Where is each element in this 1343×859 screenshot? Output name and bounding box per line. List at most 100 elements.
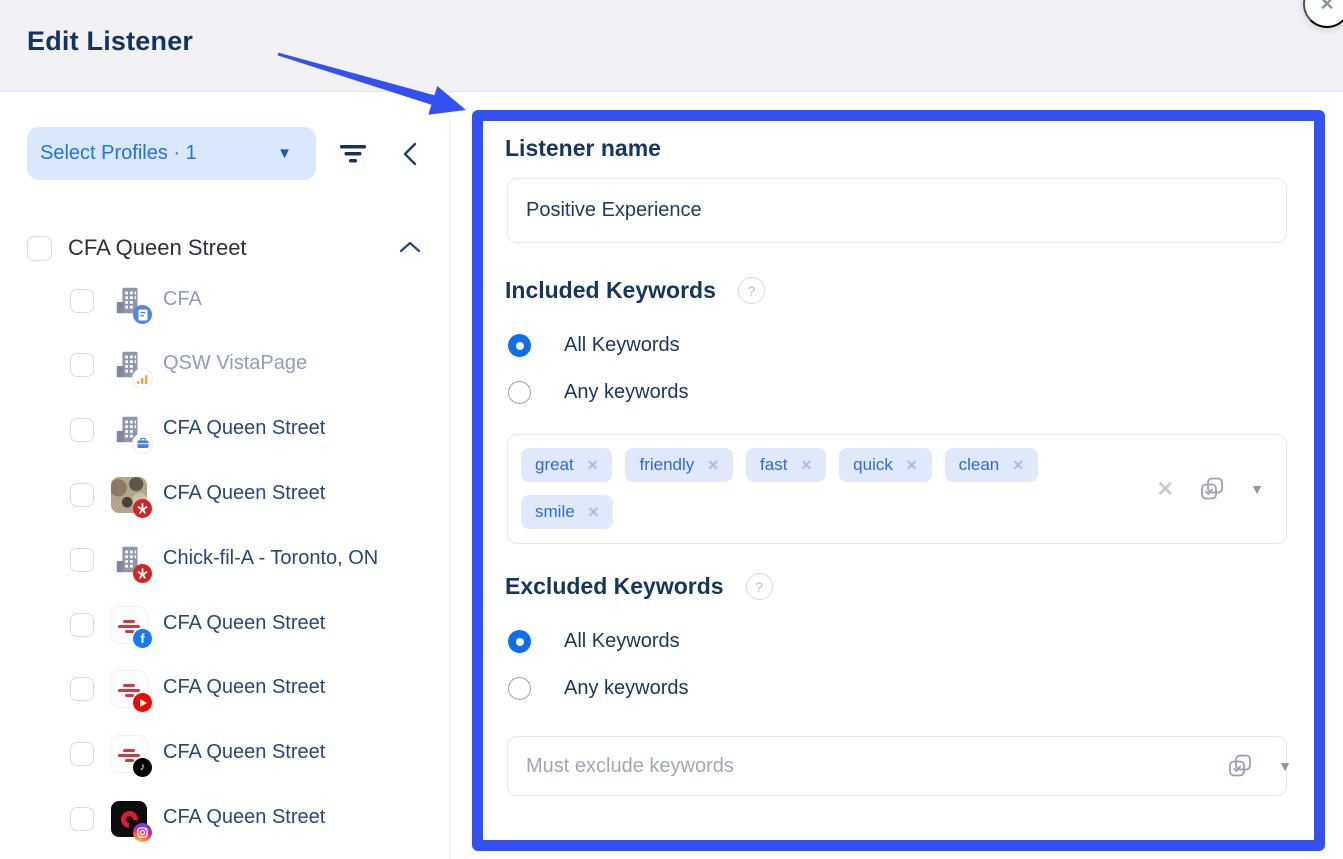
help-icon[interactable]: ? xyxy=(746,573,773,600)
keyword-chip: quick ✕ xyxy=(839,448,931,482)
filter-icon[interactable] xyxy=(336,138,370,170)
radio-selected-icon[interactable] xyxy=(508,334,531,357)
radio-unselected-icon[interactable] xyxy=(508,677,531,700)
remove-keyword-icon[interactable]: ✕ xyxy=(588,504,600,521)
profile-row[interactable]: f CFA Queen Street xyxy=(0,606,450,646)
annotation-arrow xyxy=(276,50,476,120)
brand-logo-avatar: f xyxy=(111,607,147,643)
help-icon[interactable]: ? xyxy=(738,277,765,304)
building-avatar xyxy=(111,412,147,448)
chip-label: quick xyxy=(853,455,893,475)
clear-all-icon[interactable]: ✕ xyxy=(1157,479,1175,500)
keyword-chip: friendly✕ xyxy=(625,448,733,482)
excluded-any-keywords-option[interactable]: Any keywords xyxy=(508,677,689,700)
radio-unselected-icon[interactable] xyxy=(508,381,531,404)
building-avatar xyxy=(111,542,147,578)
chip-label: great xyxy=(535,455,574,475)
yelp-icon xyxy=(133,499,152,518)
collapse-sidebar-icon[interactable] xyxy=(394,138,426,170)
profile-checkbox[interactable] xyxy=(70,418,94,442)
chip-label: smile xyxy=(535,502,575,522)
caret-glyph: ▼ xyxy=(1250,481,1264,497)
excluded-keywords-input[interactable] xyxy=(507,736,1287,796)
included-keywords-title: Included Keywords xyxy=(505,277,716,304)
included-all-keywords-option[interactable]: All Keywords xyxy=(508,334,680,357)
keyword-chip: smile ✕ xyxy=(521,495,613,529)
profiles-sidebar: Select Profiles · 1 ▼ CFA Queen Street xyxy=(0,92,450,859)
excluded-all-keywords-option[interactable]: All Keywords xyxy=(508,630,680,653)
google-business-icon xyxy=(133,434,152,453)
profile-row[interactable]: CFA Queen Street xyxy=(0,800,450,840)
profile-checkbox[interactable] xyxy=(70,353,94,377)
instagram-icon xyxy=(133,823,152,842)
excluded-keywords-header: Excluded Keywords ? xyxy=(505,573,773,600)
listener-name-input[interactable] xyxy=(507,178,1287,243)
building-avatar xyxy=(111,347,147,383)
close-glyph: ✕ xyxy=(1319,0,1334,15)
yelp-icon xyxy=(133,564,152,583)
survey-icon xyxy=(133,305,152,324)
profile-label: Chick-fil-A - Toronto, ON xyxy=(163,547,378,570)
chevron-down-icon[interactable]: ▼ xyxy=(1278,759,1292,773)
profile-row[interactable]: ♪ CFA Queen Street xyxy=(0,735,450,775)
chevron-up-icon[interactable] xyxy=(397,235,423,261)
select-profiles-dropdown[interactable]: Select Profiles · 1 ▼ xyxy=(27,127,316,180)
included-keywords-input[interactable]: great ✕ friendly✕ fast ✕ quick ✕ clean ✕ smi… xyxy=(507,434,1287,544)
chevron-down-icon: ▼ xyxy=(277,145,292,162)
tiktok-icon: ♪ xyxy=(133,758,152,777)
profile-row[interactable]: CFA Queen Street xyxy=(0,411,450,451)
remove-keyword-icon[interactable]: ✕ xyxy=(587,457,599,474)
profile-checkbox[interactable] xyxy=(70,742,94,766)
select-profiles-label: Select Profiles · 1 xyxy=(40,142,197,165)
question-glyph: ? xyxy=(747,283,755,299)
profile-checkbox[interactable] xyxy=(70,807,94,831)
page-title: Edit Listener xyxy=(27,26,193,57)
profile-row[interactable]: CFA Queen Street xyxy=(0,476,450,516)
profile-checkbox[interactable] xyxy=(70,289,94,313)
chevron-down-icon[interactable]: ▼ xyxy=(1250,482,1264,496)
profile-checkbox[interactable] xyxy=(70,613,94,637)
facebook-icon: f xyxy=(133,629,152,648)
radio-selected-icon[interactable] xyxy=(508,630,531,653)
caret-glyph: ▼ xyxy=(1278,758,1292,774)
remove-keyword-icon[interactable]: ✕ xyxy=(707,457,719,474)
profile-label: CFA Queen Street xyxy=(163,612,325,635)
radio-label: All Keywords xyxy=(564,630,680,653)
profile-row[interactable]: Chick-fil-A - Toronto, ON xyxy=(0,541,450,581)
chip-label: fast xyxy=(760,455,787,475)
profile-row[interactable]: CFA xyxy=(0,282,450,322)
listener-form-panel: Listener name Included Keywords ? All Ke… xyxy=(472,110,1325,851)
profile-checkbox[interactable] xyxy=(70,548,94,572)
brand-logo-avatar: ♪ xyxy=(111,736,147,772)
profile-label: CFA Queen Street xyxy=(163,806,325,829)
remove-keyword-icon[interactable]: ✕ xyxy=(800,457,812,474)
brand-logo-avatar xyxy=(111,801,147,837)
group-label: CFA Queen Street xyxy=(68,235,247,261)
included-keywords-header: Included Keywords ? xyxy=(505,277,765,304)
profile-label: CFA Queen Street xyxy=(163,417,325,440)
profile-group-row[interactable]: CFA Queen Street xyxy=(0,230,450,270)
keyword-chips: great ✕ friendly✕ fast ✕ quick ✕ clean ✕ smi… xyxy=(521,448,1126,529)
profile-label: CFA Queen Street xyxy=(163,741,325,764)
youtube-icon xyxy=(133,693,152,712)
profile-label: CFA Queen Street xyxy=(163,482,325,505)
profile-checkbox[interactable] xyxy=(70,677,94,701)
building-avatar xyxy=(111,283,147,319)
copy-keywords-icon[interactable] xyxy=(1198,475,1226,503)
photo-avatar xyxy=(111,477,147,513)
dialog-header: Edit Listener xyxy=(0,0,1343,92)
included-any-keywords-option[interactable]: Any keywords xyxy=(508,381,689,404)
analytics-icon xyxy=(133,369,152,388)
profile-label: CFA Queen Street xyxy=(163,676,325,699)
remove-keyword-icon[interactable]: ✕ xyxy=(906,457,918,474)
profile-row[interactable]: QSW VistaPage xyxy=(0,346,450,386)
profile-row[interactable]: CFA Queen Street xyxy=(0,670,450,710)
remove-keyword-icon[interactable]: ✕ xyxy=(1012,457,1024,474)
group-checkbox[interactable] xyxy=(27,236,52,261)
excluded-keywords-title: Excluded Keywords xyxy=(505,573,724,600)
clear-glyph: ✕ xyxy=(1157,478,1175,501)
chip-label: clean xyxy=(959,455,1000,475)
keyword-chip: great ✕ xyxy=(521,448,612,482)
copy-keywords-icon[interactable] xyxy=(1226,752,1254,780)
profile-checkbox[interactable] xyxy=(70,483,94,507)
